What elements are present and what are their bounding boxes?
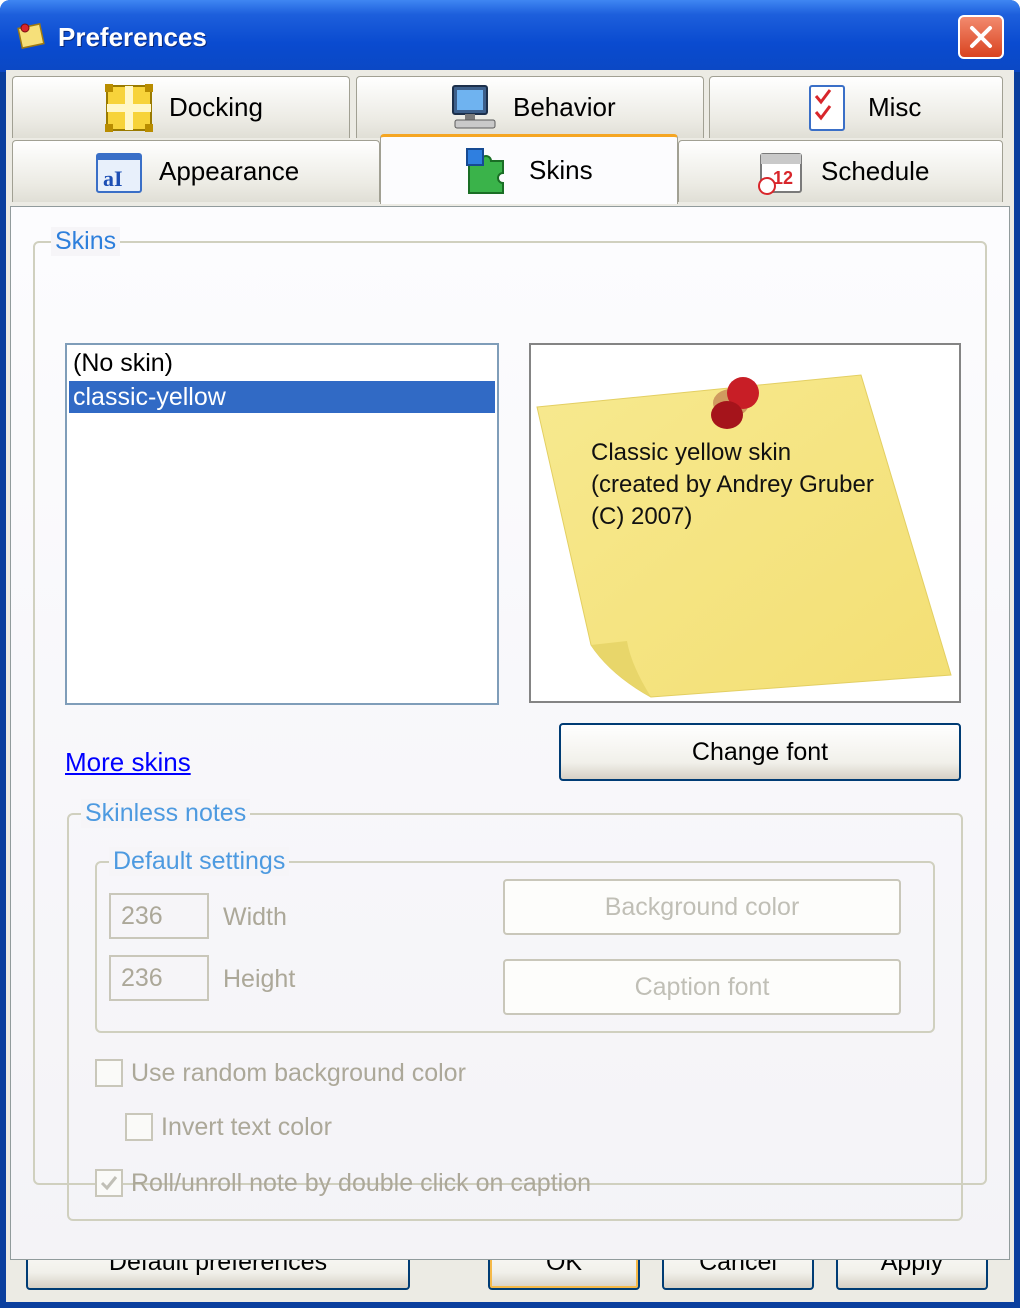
tab-label: Behavior <box>513 92 616 122</box>
skinless-notes-legend: Skinless notes <box>81 799 251 828</box>
tab-label: Schedule <box>821 156 930 186</box>
skins-listbox[interactable]: (No skin) classic-yellow <box>65 343 499 705</box>
app-note-icon <box>16 20 46 50</box>
tab-behavior[interactable]: Behavior <box>356 76 704 138</box>
dialog-body: Docking Behavior Misc aI Appearance Skin… <box>6 70 1014 1302</box>
list-item-selected[interactable]: classic-yellow <box>69 381 495 413</box>
svg-text:aI: aI <box>103 166 123 191</box>
roll-unroll-checkbox[interactable] <box>95 1169 123 1197</box>
tab-label: Appearance <box>159 156 300 186</box>
preview-text: Classic yellow skin (created by Andrey G… <box>591 439 874 530</box>
list-item[interactable]: (No skin) <box>69 347 495 379</box>
checkmark-icon <box>100 1176 118 1191</box>
tab-docking[interactable]: Docking <box>12 76 350 138</box>
tab-label: Docking <box>169 92 263 122</box>
invert-text-checkbox[interactable] <box>125 1113 153 1141</box>
tab-label: Misc <box>868 92 922 122</box>
random-bg-checkbox[interactable] <box>95 1059 123 1087</box>
width-label: Width <box>223 903 287 931</box>
tab-appearance[interactable]: aI Appearance <box>12 140 380 202</box>
close-button[interactable] <box>958 15 1004 59</box>
window-title: Preferences <box>58 22 207 52</box>
tab-skins[interactable]: Skins <box>380 134 678 204</box>
skins-legend: Skins <box>51 227 121 256</box>
tab-misc[interactable]: Misc <box>709 76 1003 138</box>
puzzle-icon <box>463 145 515 197</box>
checklist-icon <box>802 82 854 134</box>
docking-icon <box>103 82 155 134</box>
caption-font-button[interactable]: Caption font <box>503 959 901 1015</box>
roll-unroll-label: Roll/unroll note by double click on capt… <box>131 1169 591 1197</box>
font-icon: aI <box>93 146 145 198</box>
default-settings-legend: Default settings <box>109 847 290 876</box>
svg-text:12: 12 <box>773 168 793 188</box>
title-bar[interactable]: Preferences <box>0 0 1020 72</box>
random-bg-label: Use random background color <box>131 1059 466 1087</box>
tab-label: Skins <box>529 155 593 185</box>
skins-tab-panel: Skins (No skin) classic-yellow Classic y… <box>10 206 1010 1260</box>
calendar-icon: 12 <box>755 146 807 198</box>
close-icon <box>970 26 992 48</box>
skin-preview: Classic yellow skin (created by Andrey G… <box>529 343 961 703</box>
background-color-button[interactable]: Background color <box>503 879 901 935</box>
height-label: Height <box>223 965 296 993</box>
invert-text-label: Invert text color <box>161 1113 332 1141</box>
tab-schedule[interactable]: 12 Schedule <box>678 140 1003 202</box>
more-skins-link[interactable]: More skins <box>65 747 191 778</box>
preferences-window: Preferences Docking Behavior Misc aI App… <box>0 0 1020 1308</box>
computer-icon <box>447 82 499 134</box>
height-input[interactable]: 236 <box>109 955 209 1001</box>
width-input[interactable]: 236 <box>109 893 209 939</box>
change-font-button[interactable]: Change font <box>559 723 961 781</box>
